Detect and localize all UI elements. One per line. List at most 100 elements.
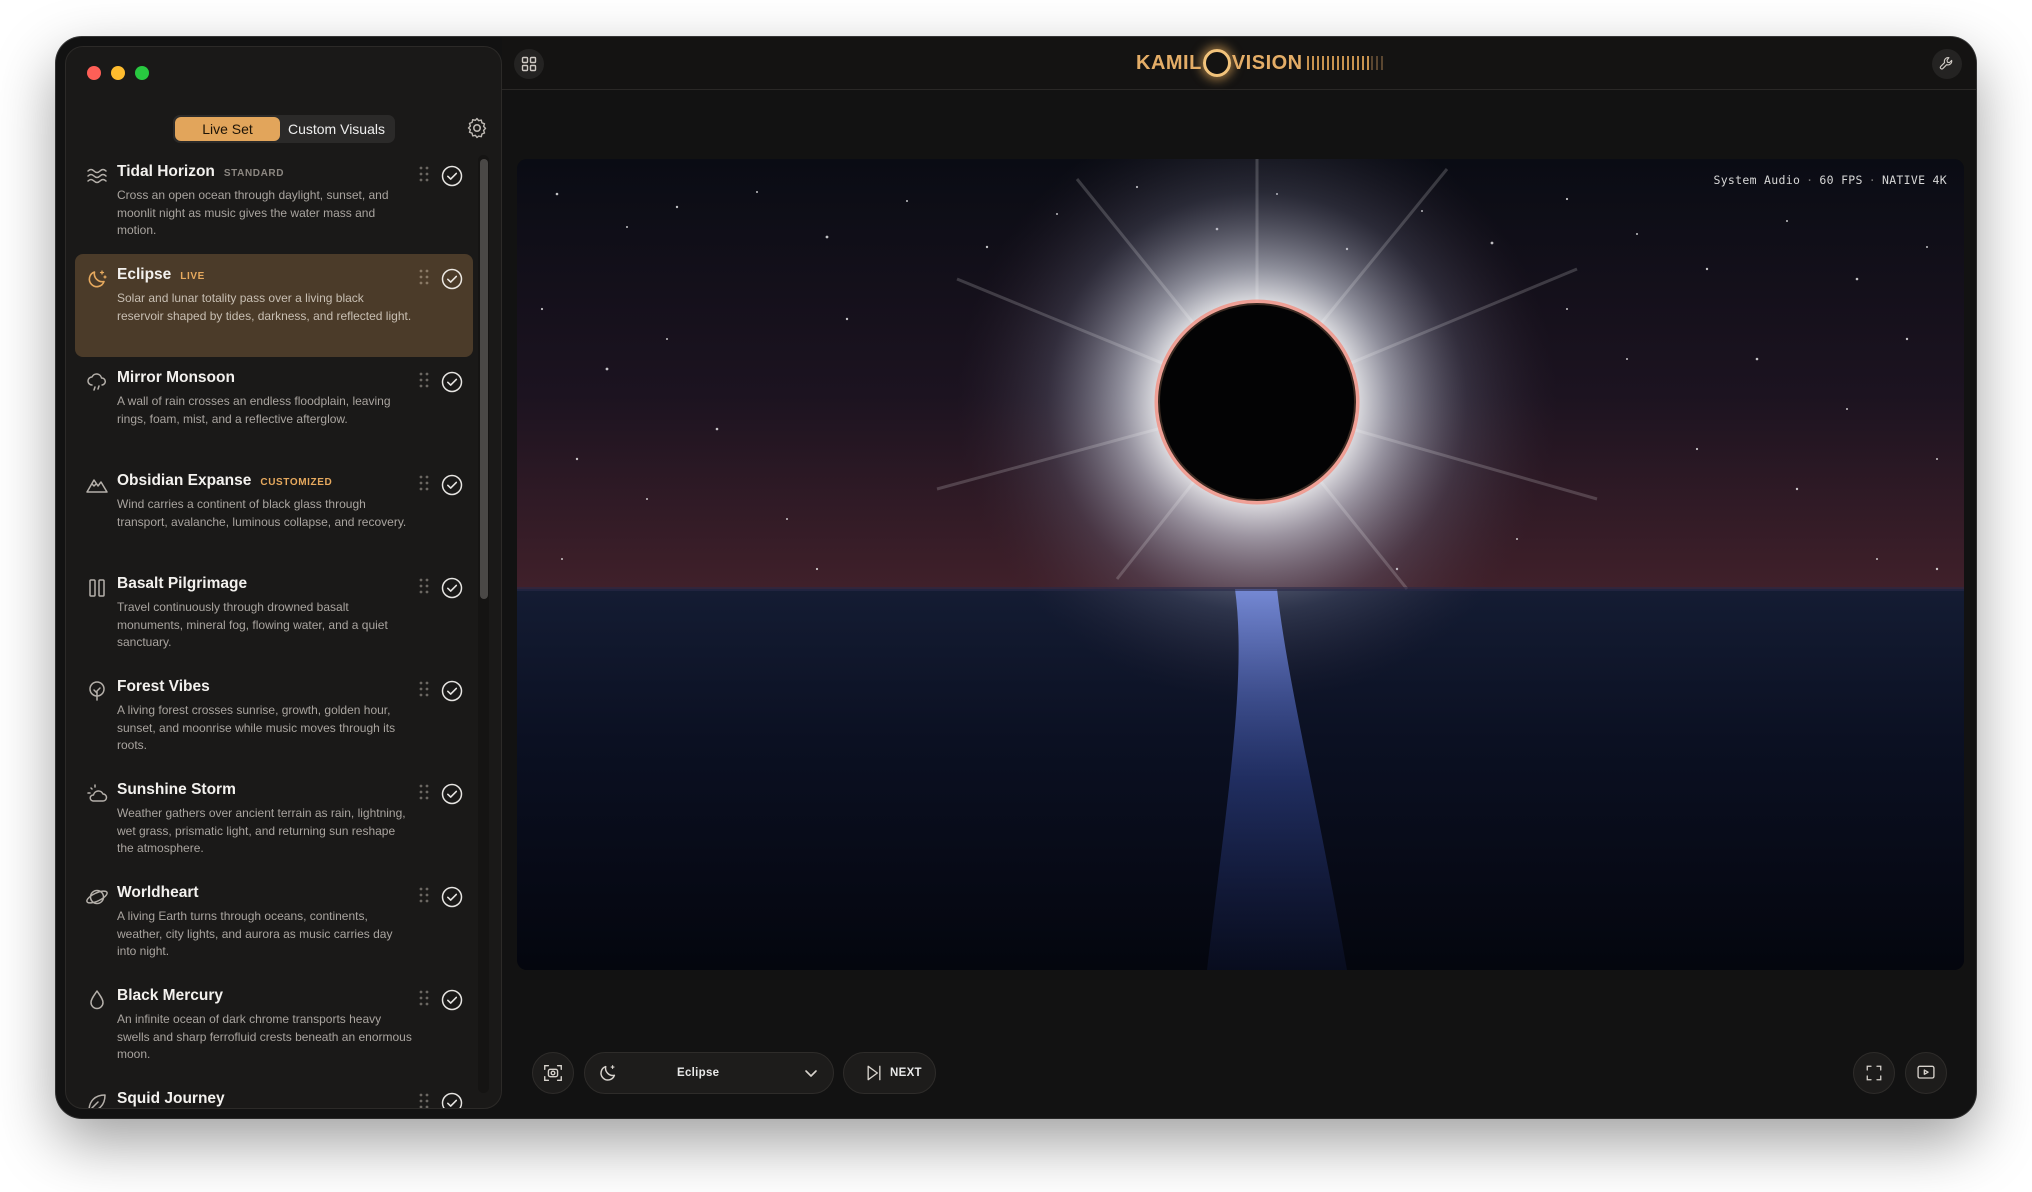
checkmark-icon[interactable] bbox=[441, 989, 463, 1011]
checkmark-icon[interactable] bbox=[441, 1092, 463, 1109]
drag-handle-icon[interactable] bbox=[418, 268, 430, 286]
checkmark-icon[interactable] bbox=[441, 268, 463, 290]
cloud-rain-icon bbox=[87, 373, 106, 391]
visual-list: Tidal Horizon STANDARD Cross an open ocea… bbox=[75, 151, 473, 1109]
drag-handle-icon[interactable] bbox=[418, 1092, 430, 1109]
list-item[interactable]: Black Mercury An infinite ocean of dark … bbox=[75, 975, 473, 1078]
item-title: Basalt Pilgrimage bbox=[117, 575, 248, 592]
gear-icon[interactable] bbox=[465, 116, 489, 140]
visual-selector-dropdown[interactable]: Eclipse bbox=[584, 1052, 834, 1094]
next-label: NEXT bbox=[890, 1067, 922, 1079]
checkmark-icon[interactable] bbox=[441, 783, 463, 805]
minimize-window-button[interactable] bbox=[111, 66, 125, 80]
checkmark-icon[interactable] bbox=[441, 371, 463, 393]
status-badge: CUSTOMIZED bbox=[260, 477, 333, 488]
list-item[interactable]: Forest Vibes A living forest crosses sun… bbox=[75, 666, 473, 769]
list-item-live[interactable]: Eclipse LIVE Solar and lunar totality pas… bbox=[75, 254, 473, 357]
waves-icon bbox=[87, 168, 107, 184]
app-window: Live Set Custom Visuals Tidal Horizon STA… bbox=[56, 37, 1976, 1118]
eclipse-scene bbox=[517, 159, 1964, 970]
next-button[interactable]: NEXT bbox=[843, 1052, 936, 1094]
settings-wrench-button[interactable] bbox=[1932, 49, 1962, 79]
item-title: Eclipse bbox=[117, 266, 172, 283]
item-title: Worldheart bbox=[117, 884, 199, 901]
skip-forward-icon bbox=[867, 1065, 881, 1081]
logo-eclipse-mark bbox=[1202, 49, 1231, 77]
visual-preview[interactable]: System Audio · 60 FPS · NATIVE 4K bbox=[517, 159, 1964, 970]
drag-handle-icon[interactable] bbox=[418, 886, 430, 904]
item-title: Obsidian Expanse bbox=[117, 472, 252, 489]
resolution-label: NATIVE 4K bbox=[1881, 173, 1947, 187]
item-description: A living forest crosses sunrise, growth,… bbox=[117, 703, 396, 752]
fullscreen-icon bbox=[1866, 1065, 1882, 1081]
zoom-window-button[interactable] bbox=[135, 66, 149, 80]
display-play-icon bbox=[1917, 1065, 1935, 1079]
moon-icon bbox=[600, 1065, 616, 1081]
tree-icon bbox=[89, 681, 105, 701]
item-title: Forest Vibes bbox=[117, 678, 210, 695]
status-badge: STANDARD bbox=[223, 168, 285, 179]
tab-live-set[interactable]: Live Set bbox=[175, 117, 280, 141]
columns-icon bbox=[89, 579, 105, 597]
list-item[interactable]: Worldheart A living Earth turns through … bbox=[75, 872, 473, 975]
leaf-icon bbox=[88, 1094, 106, 1108]
item-description: Weather gathers over ancient terrain as … bbox=[117, 806, 406, 855]
grid-view-button[interactable] bbox=[514, 49, 544, 79]
tab-custom-visuals[interactable]: Custom Visuals bbox=[280, 117, 393, 141]
checkmark-icon[interactable] bbox=[441, 474, 463, 496]
item-description: An infinite ocean of dark chrome transpo… bbox=[117, 1012, 412, 1061]
wrench-icon bbox=[1939, 57, 1953, 70]
chevron-down-icon bbox=[805, 1070, 817, 1077]
logo-text-left: KAMIL bbox=[1136, 51, 1202, 74]
sun-cloud-icon bbox=[87, 784, 108, 802]
item-description: Travel continuously through drowned basa… bbox=[117, 600, 388, 649]
drag-handle-icon[interactable] bbox=[418, 474, 430, 492]
drag-handle-icon[interactable] bbox=[418, 989, 430, 1007]
app-logo: KAMIL VISION bbox=[1136, 48, 1383, 78]
item-description: Solar and lunar totality pass over a liv… bbox=[117, 291, 412, 323]
droplet-icon bbox=[90, 990, 104, 1010]
logo-audio-bars bbox=[1306, 56, 1371, 70]
current-visual-label: Eclipse bbox=[677, 1067, 720, 1079]
item-description: Cross an open ocean through daylight, su… bbox=[117, 188, 389, 237]
item-title: Sunshine Storm bbox=[117, 781, 236, 798]
checkmark-icon[interactable] bbox=[441, 577, 463, 599]
item-description: Wind carries a continent of black glass … bbox=[117, 497, 407, 529]
drag-handle-icon[interactable] bbox=[418, 783, 430, 801]
fps-label: 60 FPS bbox=[1819, 173, 1863, 187]
grid-icon bbox=[521, 56, 537, 72]
list-item[interactable]: Obsidian Expanse CUSTOMIZED Wind carries … bbox=[75, 460, 473, 563]
drag-handle-icon[interactable] bbox=[418, 371, 430, 389]
checkmark-icon[interactable] bbox=[441, 886, 463, 908]
scrollbar-thumb[interactable] bbox=[480, 159, 488, 599]
item-title: Mirror Monsoon bbox=[117, 369, 235, 386]
close-window-button[interactable] bbox=[87, 66, 101, 80]
fullscreen-button[interactable] bbox=[1853, 1052, 1895, 1094]
present-output-button[interactable] bbox=[1905, 1052, 1947, 1094]
snapshot-button[interactable] bbox=[532, 1052, 574, 1094]
window-controls bbox=[87, 66, 149, 80]
mountain-icon bbox=[86, 479, 108, 493]
view-segmented-control: Live Set Custom Visuals bbox=[173, 115, 395, 143]
item-title: Tidal Horizon bbox=[117, 163, 215, 180]
list-item[interactable]: Squid Journey bbox=[75, 1078, 473, 1109]
logo-text-right: VISION bbox=[1231, 51, 1303, 74]
status-badge: LIVE bbox=[180, 271, 205, 282]
planet-icon bbox=[86, 889, 108, 905]
moon-icon bbox=[88, 270, 107, 288]
list-item[interactable]: Basalt Pilgrimage Travel continuously th… bbox=[75, 563, 473, 666]
audio-source-label: System Audio bbox=[1713, 173, 1801, 187]
item-description: A living Earth turns through oceans, con… bbox=[117, 909, 393, 958]
list-item[interactable]: Sunshine Storm Weather gathers over anci… bbox=[75, 769, 473, 872]
sidebar: Live Set Custom Visuals Tidal Horizon STA… bbox=[65, 46, 502, 1109]
item-description: A wall of rain crosses an endless floodp… bbox=[117, 394, 391, 426]
list-item[interactable]: Mirror Monsoon A wall of rain crosses an… bbox=[75, 357, 473, 460]
logo-audio-bars-dim bbox=[1370, 56, 1383, 70]
screen-capture-icon bbox=[544, 1064, 562, 1082]
drag-handle-icon[interactable] bbox=[418, 577, 430, 595]
checkmark-icon[interactable] bbox=[441, 165, 463, 187]
drag-handle-icon[interactable] bbox=[418, 680, 430, 698]
checkmark-icon[interactable] bbox=[441, 680, 463, 702]
drag-handle-icon[interactable] bbox=[418, 165, 430, 183]
list-item[interactable]: Tidal Horizon STANDARD Cross an open ocea… bbox=[75, 151, 473, 254]
